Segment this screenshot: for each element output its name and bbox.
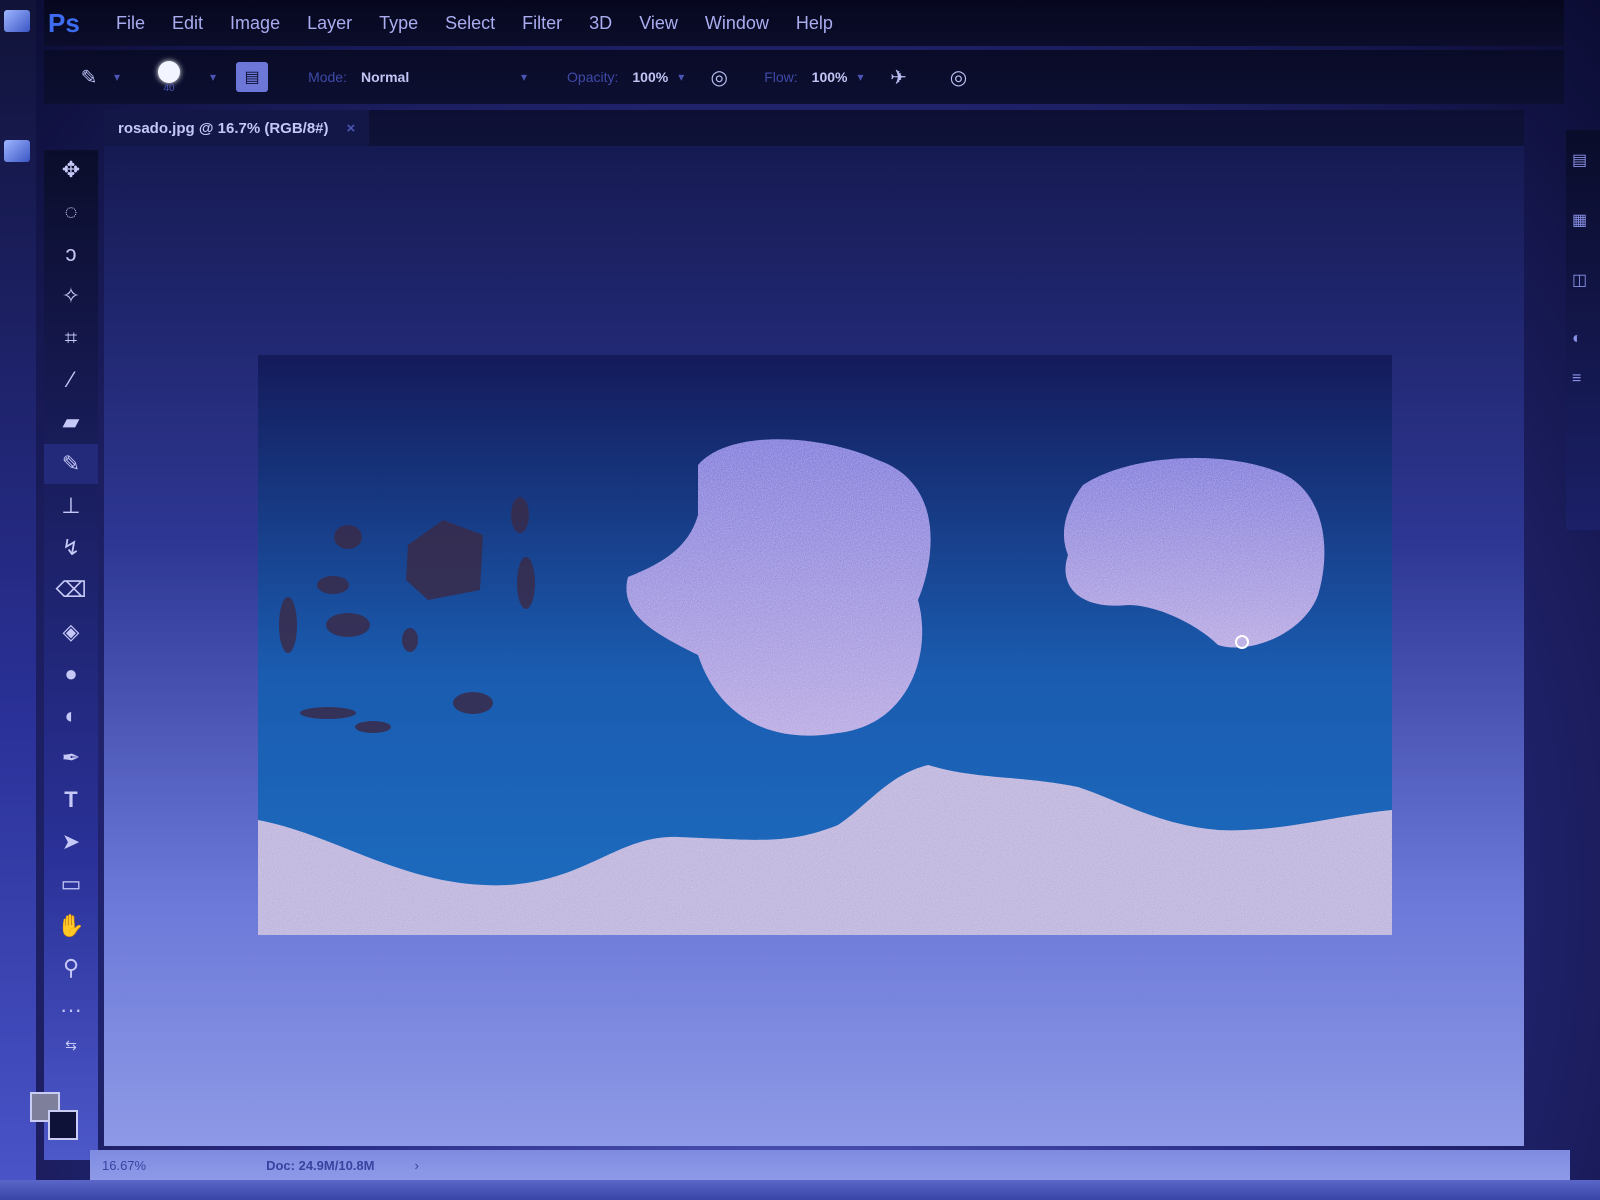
menu-layer[interactable]: Layer (307, 13, 352, 34)
document-tab-title: rosado.jpg @ 16.7% (RGB/8#) (118, 119, 329, 137)
marquee-icon: ◌ (64, 199, 78, 224)
chevron-down-icon[interactable]: ▾ (210, 70, 216, 84)
desktop-icon (4, 10, 30, 32)
brush-tool[interactable]: ✎ (44, 444, 98, 484)
opacity-label: Opacity: (567, 69, 619, 85)
menu-type[interactable]: Type (379, 13, 418, 34)
move-icon: ✥ (61, 157, 81, 182)
magic-wand-tool[interactable]: ✧ (44, 276, 98, 316)
swatches-panel-icon[interactable]: ▦ (1572, 210, 1592, 229)
pen-icon: ✒ (61, 745, 81, 770)
mode-select[interactable]: Normal (361, 69, 511, 85)
menu-bar: Ps File Edit Image Layer Type Select Fil… (44, 0, 1564, 46)
history-panel-icon[interactable]: ▤ (1572, 150, 1592, 169)
close-icon[interactable]: × (347, 120, 356, 137)
paint-bucket-icon: ◈ (62, 619, 80, 644)
marquee-tool[interactable]: ◌ (44, 192, 98, 232)
type-tool[interactable]: T (44, 780, 98, 820)
hand-tool[interactable]: ✋ (44, 906, 98, 946)
zoom-tool[interactable]: ⚲ (44, 948, 98, 988)
monitor-bezel-bottom (0, 1180, 1600, 1200)
image-thumbnail-icon (4, 140, 30, 162)
healing-brush-tool[interactable]: ▰ (44, 402, 98, 442)
rectangle-tool[interactable]: ▭ (44, 864, 98, 904)
crop-tool[interactable]: ⌗ (44, 318, 98, 358)
dodge-tool[interactable]: ◐ (44, 696, 98, 736)
menu-3d[interactable]: 3D (589, 13, 612, 34)
airbrush-icon[interactable]: ✈ (884, 62, 914, 92)
type-icon: T (64, 787, 78, 812)
collapsed-panels: ▤ ▦ ◫ ◐ ≡ (1566, 130, 1600, 530)
background-color-swatch[interactable] (48, 1110, 78, 1140)
document-tab-bar: rosado.jpg @ 16.7% (RGB/8#) × (104, 110, 1524, 146)
pressure-size-icon[interactable]: ◎ (944, 62, 974, 92)
brush-tool-preset-icon[interactable]: ✎ (74, 62, 104, 92)
pressure-opacity-icon[interactable]: ◎ (704, 62, 734, 92)
zoom-level[interactable]: 16.67% (102, 1158, 146, 1173)
menu-file[interactable]: File (116, 13, 145, 34)
menu-edit[interactable]: Edit (172, 13, 203, 34)
paint-bucket-tool[interactable]: ◈ (44, 612, 98, 652)
menu-filter[interactable]: Filter (522, 13, 562, 34)
hand-icon: ✋ (57, 913, 85, 938)
flow-label: Flow: (764, 69, 798, 85)
eraser-tool[interactable]: ⌫ (44, 570, 98, 610)
blur-tool[interactable]: ● (44, 654, 98, 694)
more-tools[interactable]: ··· (44, 990, 98, 1030)
lasso-icon: ↄ (65, 241, 77, 266)
bandage-icon: ▰ (62, 409, 80, 434)
rectangle-icon: ▭ (60, 871, 82, 896)
brush-icon: ✎ (61, 451, 81, 476)
history-brush-tool[interactable]: ↯ (44, 528, 98, 568)
brush-size-preview[interactable] (158, 60, 181, 83)
pen-tool[interactable]: ✒ (44, 738, 98, 778)
document-canvas[interactable] (258, 355, 1392, 935)
eyedropper-tool[interactable]: ⁄ (44, 360, 98, 400)
ellipsis-icon: ··· (60, 997, 82, 1022)
menu-image[interactable]: Image (230, 13, 280, 34)
status-bar: 16.67% Doc: 24.9M/10.8M › (90, 1150, 1570, 1180)
mode-label: Mode: (308, 69, 347, 85)
adjustments-panel-icon[interactable]: ◐ (1572, 330, 1592, 348)
eraser-icon: ⌫ (55, 577, 87, 602)
menu-view[interactable]: View (639, 13, 678, 34)
options-bar: ✎ ▾ 40 ▾ ▤ Mode: Normal ▾ Opacity: 100% … (44, 50, 1564, 104)
document-tab[interactable]: rosado.jpg @ 16.7% (RGB/8#) × (104, 110, 370, 146)
brush-size-value: 40 (163, 82, 175, 94)
brush-panel-toggle-icon[interactable]: ▤ (236, 62, 269, 92)
chevron-down-icon[interactable]: ▾ (114, 70, 120, 84)
properties-panel-icon[interactable]: ◫ (1572, 270, 1592, 289)
droplet-icon: ● (64, 661, 78, 686)
crop-icon: ⌗ (64, 325, 78, 350)
zoom-icon: ⚲ (62, 955, 80, 980)
menu-select[interactable]: Select (445, 13, 495, 34)
chevron-down-icon[interactable]: ▾ (521, 70, 527, 84)
eyedropper-icon: ⁄ (69, 367, 73, 392)
photoshop-logo: Ps (48, 8, 80, 38)
swap-colors-button[interactable]: ⇆ (44, 1030, 98, 1060)
move-tool[interactable]: ✥ (44, 150, 98, 190)
lasso-tool[interactable]: ↄ (44, 234, 98, 274)
canvas-artwork (258, 355, 1392, 935)
path-selection-tool[interactable]: ➤ (44, 822, 98, 862)
dodge-icon: ◐ (64, 703, 78, 728)
chevron-right-icon[interactable]: › (414, 1158, 418, 1173)
stamp-icon: ⊥ (61, 493, 81, 518)
flow-input[interactable]: 100% (812, 69, 848, 85)
opacity-input[interactable]: 100% (632, 69, 668, 85)
chevron-down-icon[interactable]: ▾ (857, 70, 863, 84)
layers-panel-icon[interactable]: ≡ (1572, 370, 1592, 388)
history-brush-icon: ↯ (61, 535, 81, 560)
menu-help[interactable]: Help (796, 13, 833, 34)
menu-window[interactable]: Window (705, 13, 769, 34)
tools-panel: ✥ ◌ ↄ ✧ ⌗ ⁄ ▰ ✎ ⊥ ↯ ⌫ ◈ ● ◐ ✒ T ➤ ▭ ✋ ⚲ … (44, 150, 98, 1160)
swap-colors-icon: ⇆ (65, 1036, 77, 1053)
magic-wand-icon: ✧ (61, 283, 81, 308)
arrow-icon: ➤ (61, 829, 81, 854)
clone-stamp-tool[interactable]: ⊥ (44, 486, 98, 526)
monitor-bezel-left (0, 0, 36, 1200)
document-size: Doc: 24.9M/10.8M (266, 1157, 375, 1173)
chevron-down-icon[interactable]: ▾ (678, 70, 684, 84)
